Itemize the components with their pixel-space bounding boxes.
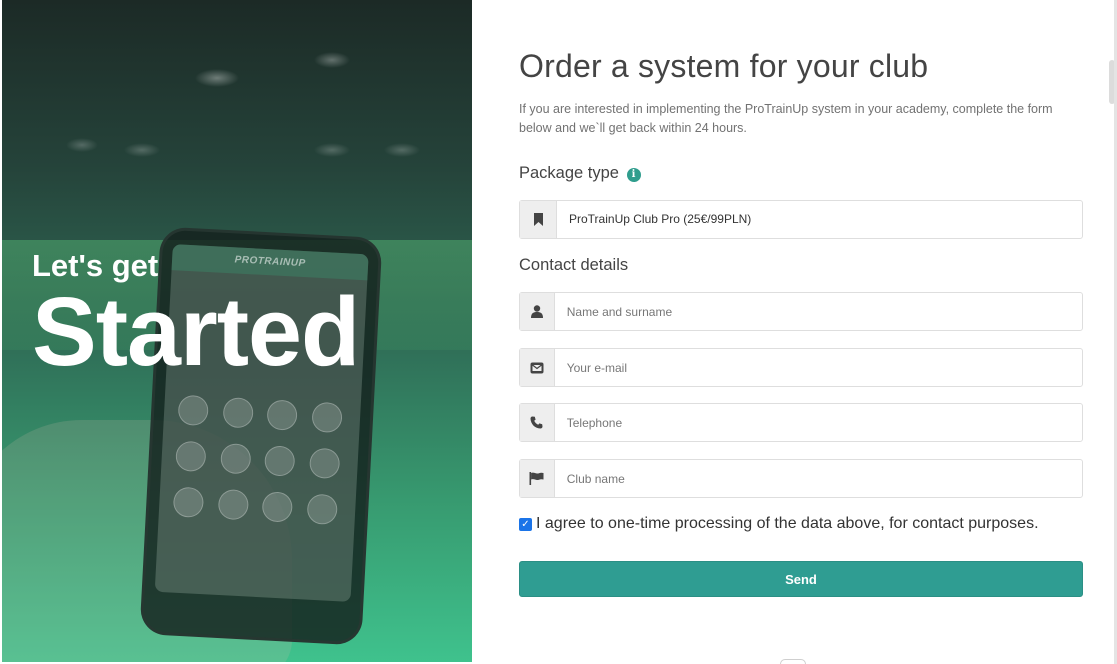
stadium-lights-background <box>2 0 472 240</box>
club-name-input[interactable] <box>554 460 1082 497</box>
phone-icon <box>520 404 555 441</box>
hero-panel: PROTRAINUP Let's get Started <box>2 0 472 662</box>
phone-action-icon <box>305 493 338 526</box>
consent-label: I agree to one-time processing of the da… <box>536 515 1039 532</box>
phone-action-icon <box>175 440 207 473</box>
phone-action-icon <box>263 445 296 477</box>
bookmark-icon <box>520 201 557 238</box>
consent-checkbox-row[interactable]: ✓ I agree to one-time processing of the … <box>519 515 1039 533</box>
phone-action-icon <box>219 442 252 475</box>
club-field-group <box>519 459 1083 498</box>
bottom-decoration <box>780 659 806 664</box>
phone-field-group <box>519 403 1083 442</box>
form-title: Order a system for your club <box>519 48 929 84</box>
package-type-value: ProTrainUp Club Pro (25€/99PLN) <box>569 212 752 226</box>
name-input[interactable] <box>554 293 1082 330</box>
email-input[interactable] <box>554 349 1082 386</box>
hero-heading-large: Started <box>32 277 360 386</box>
phone-action-icon <box>177 394 210 427</box>
user-icon <box>520 293 555 330</box>
phone-action-icon <box>310 401 343 434</box>
phone-action-icon <box>266 399 298 431</box>
email-field-group <box>519 348 1083 387</box>
telephone-input[interactable] <box>554 404 1082 441</box>
hero-heading: Let's get Started <box>32 248 360 386</box>
envelope-icon <box>520 349 555 386</box>
phone-action-icon <box>308 447 340 480</box>
name-field-group <box>519 292 1083 331</box>
phone-action-icon <box>172 486 205 519</box>
phone-action-icon <box>217 488 249 521</box>
contact-details-heading: Contact details <box>519 256 629 274</box>
send-button[interactable]: Send <box>519 561 1083 597</box>
flag-icon <box>520 460 555 497</box>
phone-action-icon <box>261 491 294 523</box>
package-type-label: Package type <box>519 164 619 182</box>
phone-action-icon <box>221 396 254 429</box>
form-intro: If you are interested in implementing th… <box>519 102 1053 135</box>
info-icon[interactable]: i <box>626 168 641 182</box>
consent-checkbox[interactable]: ✓ <box>519 517 532 531</box>
order-form-panel: Order a system for your club If you are … <box>472 0 1117 664</box>
package-type-select[interactable]: ProTrainUp Club Pro (25€/99PLN) <box>519 200 1083 239</box>
package-type-heading: Package type i <box>519 164 641 183</box>
phone-action-grid <box>172 394 349 526</box>
